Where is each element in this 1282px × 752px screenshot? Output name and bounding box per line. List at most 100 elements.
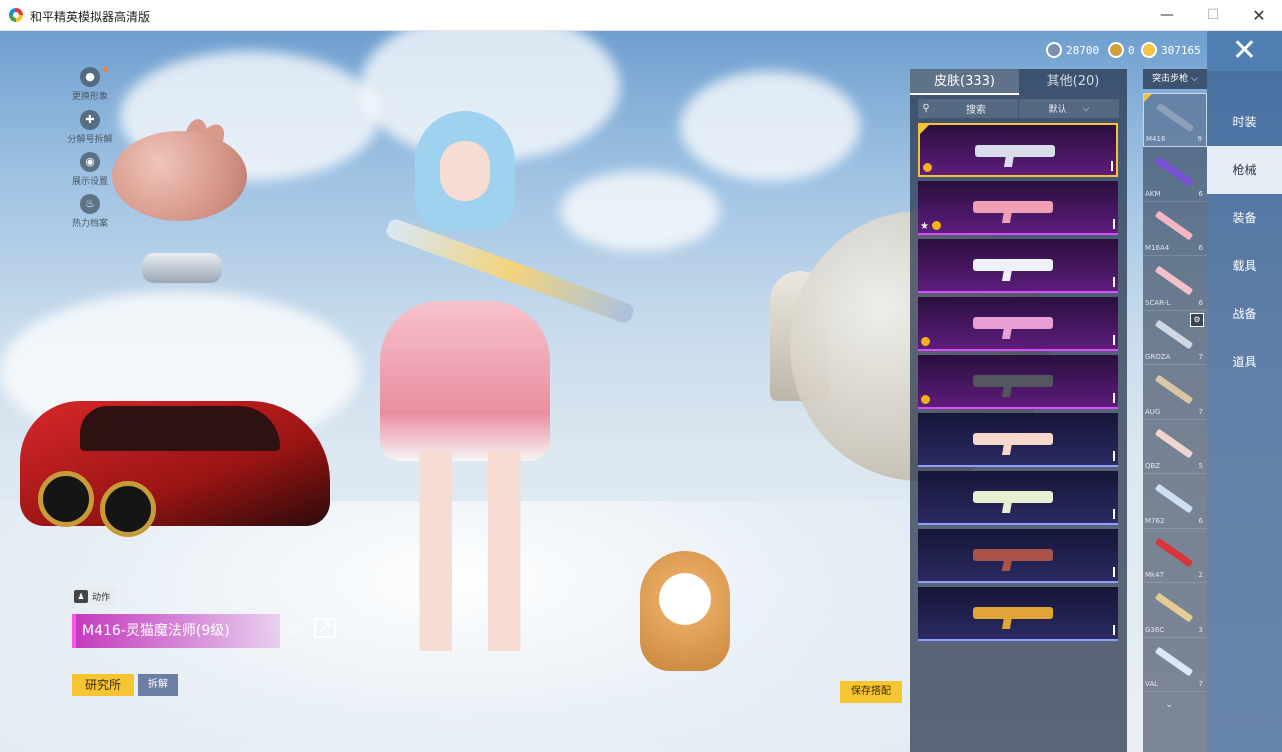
weapon-name: M762 bbox=[1145, 516, 1165, 525]
notification-dot bbox=[103, 67, 108, 72]
coupon-icon bbox=[1046, 42, 1062, 58]
weapon-item-qbz[interactable]: QBZ 5 bbox=[1143, 420, 1207, 474]
window-close-button[interactable]: ✕ bbox=[1236, 0, 1282, 31]
weapon-item-groza[interactable]: ⚙ GROZA 7 bbox=[1143, 311, 1207, 365]
rifle-icon bbox=[1154, 428, 1194, 459]
weapon-name: GROZA bbox=[1145, 353, 1171, 361]
level-tick-icon bbox=[1113, 277, 1115, 287]
skin-card[interactable] bbox=[918, 471, 1118, 525]
rabbit-hot-air-balloon bbox=[112, 131, 247, 221]
gold-quality-icon bbox=[932, 221, 941, 230]
more-weapons-icon[interactable]: ⌄ bbox=[1165, 699, 1173, 710]
weapon-item-aug[interactable]: AUG 7 bbox=[1143, 366, 1207, 420]
weapon-item-scar-l[interactable]: SCAR-L 6 bbox=[1143, 257, 1207, 311]
display-settings-button[interactable]: ◉ 展示设置 bbox=[58, 152, 122, 187]
category-tab[interactable]: 战备 bbox=[1207, 290, 1282, 338]
tab-skins[interactable]: 皮肤(333) bbox=[910, 69, 1019, 95]
star-icon: ★ bbox=[920, 221, 929, 232]
coupon-count: 28700 bbox=[1066, 43, 1100, 57]
gold-count: 307165 bbox=[1161, 43, 1201, 57]
rifle-skin-icon bbox=[973, 491, 1053, 503]
level-tick-icon bbox=[1113, 625, 1115, 635]
currency-gold: 307165 bbox=[1141, 42, 1201, 58]
weapon-type-dropdown[interactable]: 突击步枪 ⌵ bbox=[1143, 69, 1207, 89]
weapon-item-m416[interactable]: M416 9 bbox=[1143, 93, 1207, 147]
weapon-name: AKM bbox=[1145, 189, 1161, 198]
skin-card[interactable]: ★ bbox=[918, 181, 1118, 235]
rifle-icon bbox=[1154, 374, 1194, 404]
avatar-icon: ● bbox=[80, 67, 100, 87]
weapon-skin-count: 3 bbox=[1198, 625, 1203, 634]
favorite-star-icon[interactable]: ☆ bbox=[287, 618, 305, 642]
flame-icon: ♨ bbox=[80, 194, 100, 214]
category-tab[interactable]: 装备 bbox=[1207, 194, 1282, 242]
weapon-name: VAL bbox=[1145, 680, 1159, 688]
weapon-item-mk47[interactable]: Mk47 2 bbox=[1143, 529, 1207, 583]
rifle-skin-icon bbox=[973, 259, 1053, 271]
skin-card[interactable] bbox=[918, 123, 1118, 177]
equipped-mark-icon bbox=[920, 125, 929, 134]
left-menu-label: 更换形象 bbox=[71, 92, 108, 102]
window-title: 和平精英模拟器高清版 bbox=[30, 10, 151, 24]
skin-search-input[interactable]: ⚲ 搜索 bbox=[918, 99, 1018, 118]
weapon-skin-count: 6 bbox=[1198, 189, 1203, 198]
level-tick-icon bbox=[1111, 161, 1113, 171]
gold-quality-icon bbox=[921, 337, 930, 346]
skin-card[interactable] bbox=[918, 239, 1118, 293]
weapon-item-akm[interactable]: AKM 6 bbox=[1143, 148, 1207, 202]
level-tick-icon bbox=[1113, 509, 1115, 519]
weapon-item-g36c[interactable]: G36C 3 bbox=[1143, 584, 1207, 638]
rifle-icon bbox=[1154, 646, 1194, 677]
heat-profile-button[interactable]: ♨ 热力档案 bbox=[58, 194, 122, 229]
research-institute-button[interactable]: 研究所 bbox=[72, 674, 134, 696]
skin-card[interactable] bbox=[918, 413, 1118, 467]
weapon-name: SCAR-L bbox=[1145, 298, 1171, 307]
player-character[interactable] bbox=[360, 111, 570, 671]
weapon-item-m762[interactable]: M762 6 bbox=[1143, 475, 1207, 529]
minimize-button[interactable]: — bbox=[1144, 0, 1190, 31]
weapon-skin-count: 7 bbox=[1198, 407, 1203, 416]
rifle-skin-icon bbox=[975, 145, 1055, 157]
category-tab[interactable]: 枪械 bbox=[1207, 146, 1282, 194]
weapon-item-val[interactable]: VAL 7 bbox=[1143, 638, 1207, 692]
skin-card[interactable] bbox=[918, 355, 1118, 409]
close-icon[interactable]: ✕ bbox=[1207, 31, 1282, 71]
weapon-skin-count: 6 bbox=[1198, 244, 1203, 252]
category-tab[interactable]: 时装 bbox=[1207, 98, 1282, 146]
category-nav: 时装 枪械 装备 载具 战备 道具 bbox=[1207, 71, 1282, 752]
shiba-pet bbox=[640, 551, 730, 671]
rifle-skin-icon bbox=[973, 317, 1053, 329]
rifle-skin-icon bbox=[973, 607, 1053, 619]
window-titlebar: 和平精英模拟器高清版 — ☐ ✕ bbox=[0, 0, 1282, 31]
weapon-name: QBZ bbox=[1145, 462, 1161, 470]
weapon-skin-count: 7 bbox=[1198, 353, 1203, 361]
skin-card[interactable] bbox=[918, 297, 1118, 351]
maximize-button[interactable]: ☐ bbox=[1190, 0, 1236, 31]
decompose-button[interactable]: ✚ 分解号拆解 bbox=[58, 110, 122, 145]
change-appearance-button[interactable]: ● 更换形象 bbox=[58, 67, 122, 102]
rifle-icon bbox=[1154, 319, 1194, 350]
attachment-badge-icon: ⚙ bbox=[1190, 313, 1204, 327]
share-icon[interactable]: ↗ bbox=[314, 618, 336, 638]
save-outfit-button[interactable]: 保存搭配 bbox=[840, 681, 902, 703]
skin-card[interactable] bbox=[918, 529, 1118, 583]
category-tab[interactable]: 道具 bbox=[1207, 338, 1282, 386]
tab-other[interactable]: 其他(20) bbox=[1019, 69, 1127, 95]
level-tick-icon bbox=[1113, 335, 1115, 345]
currency-tokens: 0 bbox=[1108, 42, 1135, 58]
rifle-icon bbox=[1155, 102, 1195, 133]
share-puzzle-icon: ✚ bbox=[80, 110, 100, 130]
app-logo-icon bbox=[9, 8, 23, 22]
action-button[interactable]: ♟ 动作 bbox=[72, 588, 117, 605]
weapon-skin-count: 5 bbox=[1198, 462, 1203, 470]
weapon-item-m16a4[interactable]: M16A4 6 bbox=[1143, 202, 1207, 256]
level-tick-icon bbox=[1113, 567, 1115, 577]
sort-dropdown[interactable]: 默认 ⌵ bbox=[1019, 99, 1119, 118]
disassemble-button[interactable]: 拆解 bbox=[138, 674, 178, 696]
weapon-skin-count: 6 bbox=[1198, 516, 1203, 525]
category-tab[interactable]: 载具 bbox=[1207, 242, 1282, 290]
rifle-icon bbox=[1154, 265, 1194, 295]
left-menu-label: 热力档案 bbox=[71, 219, 108, 229]
weapon-list: M416 9 AKM 6 M16A4 6 SCAR-L 6 ⚙ GROZA 7 AUG 7 QBZ 5 M76… bbox=[1143, 93, 1207, 752]
skin-card[interactable] bbox=[918, 587, 1118, 641]
